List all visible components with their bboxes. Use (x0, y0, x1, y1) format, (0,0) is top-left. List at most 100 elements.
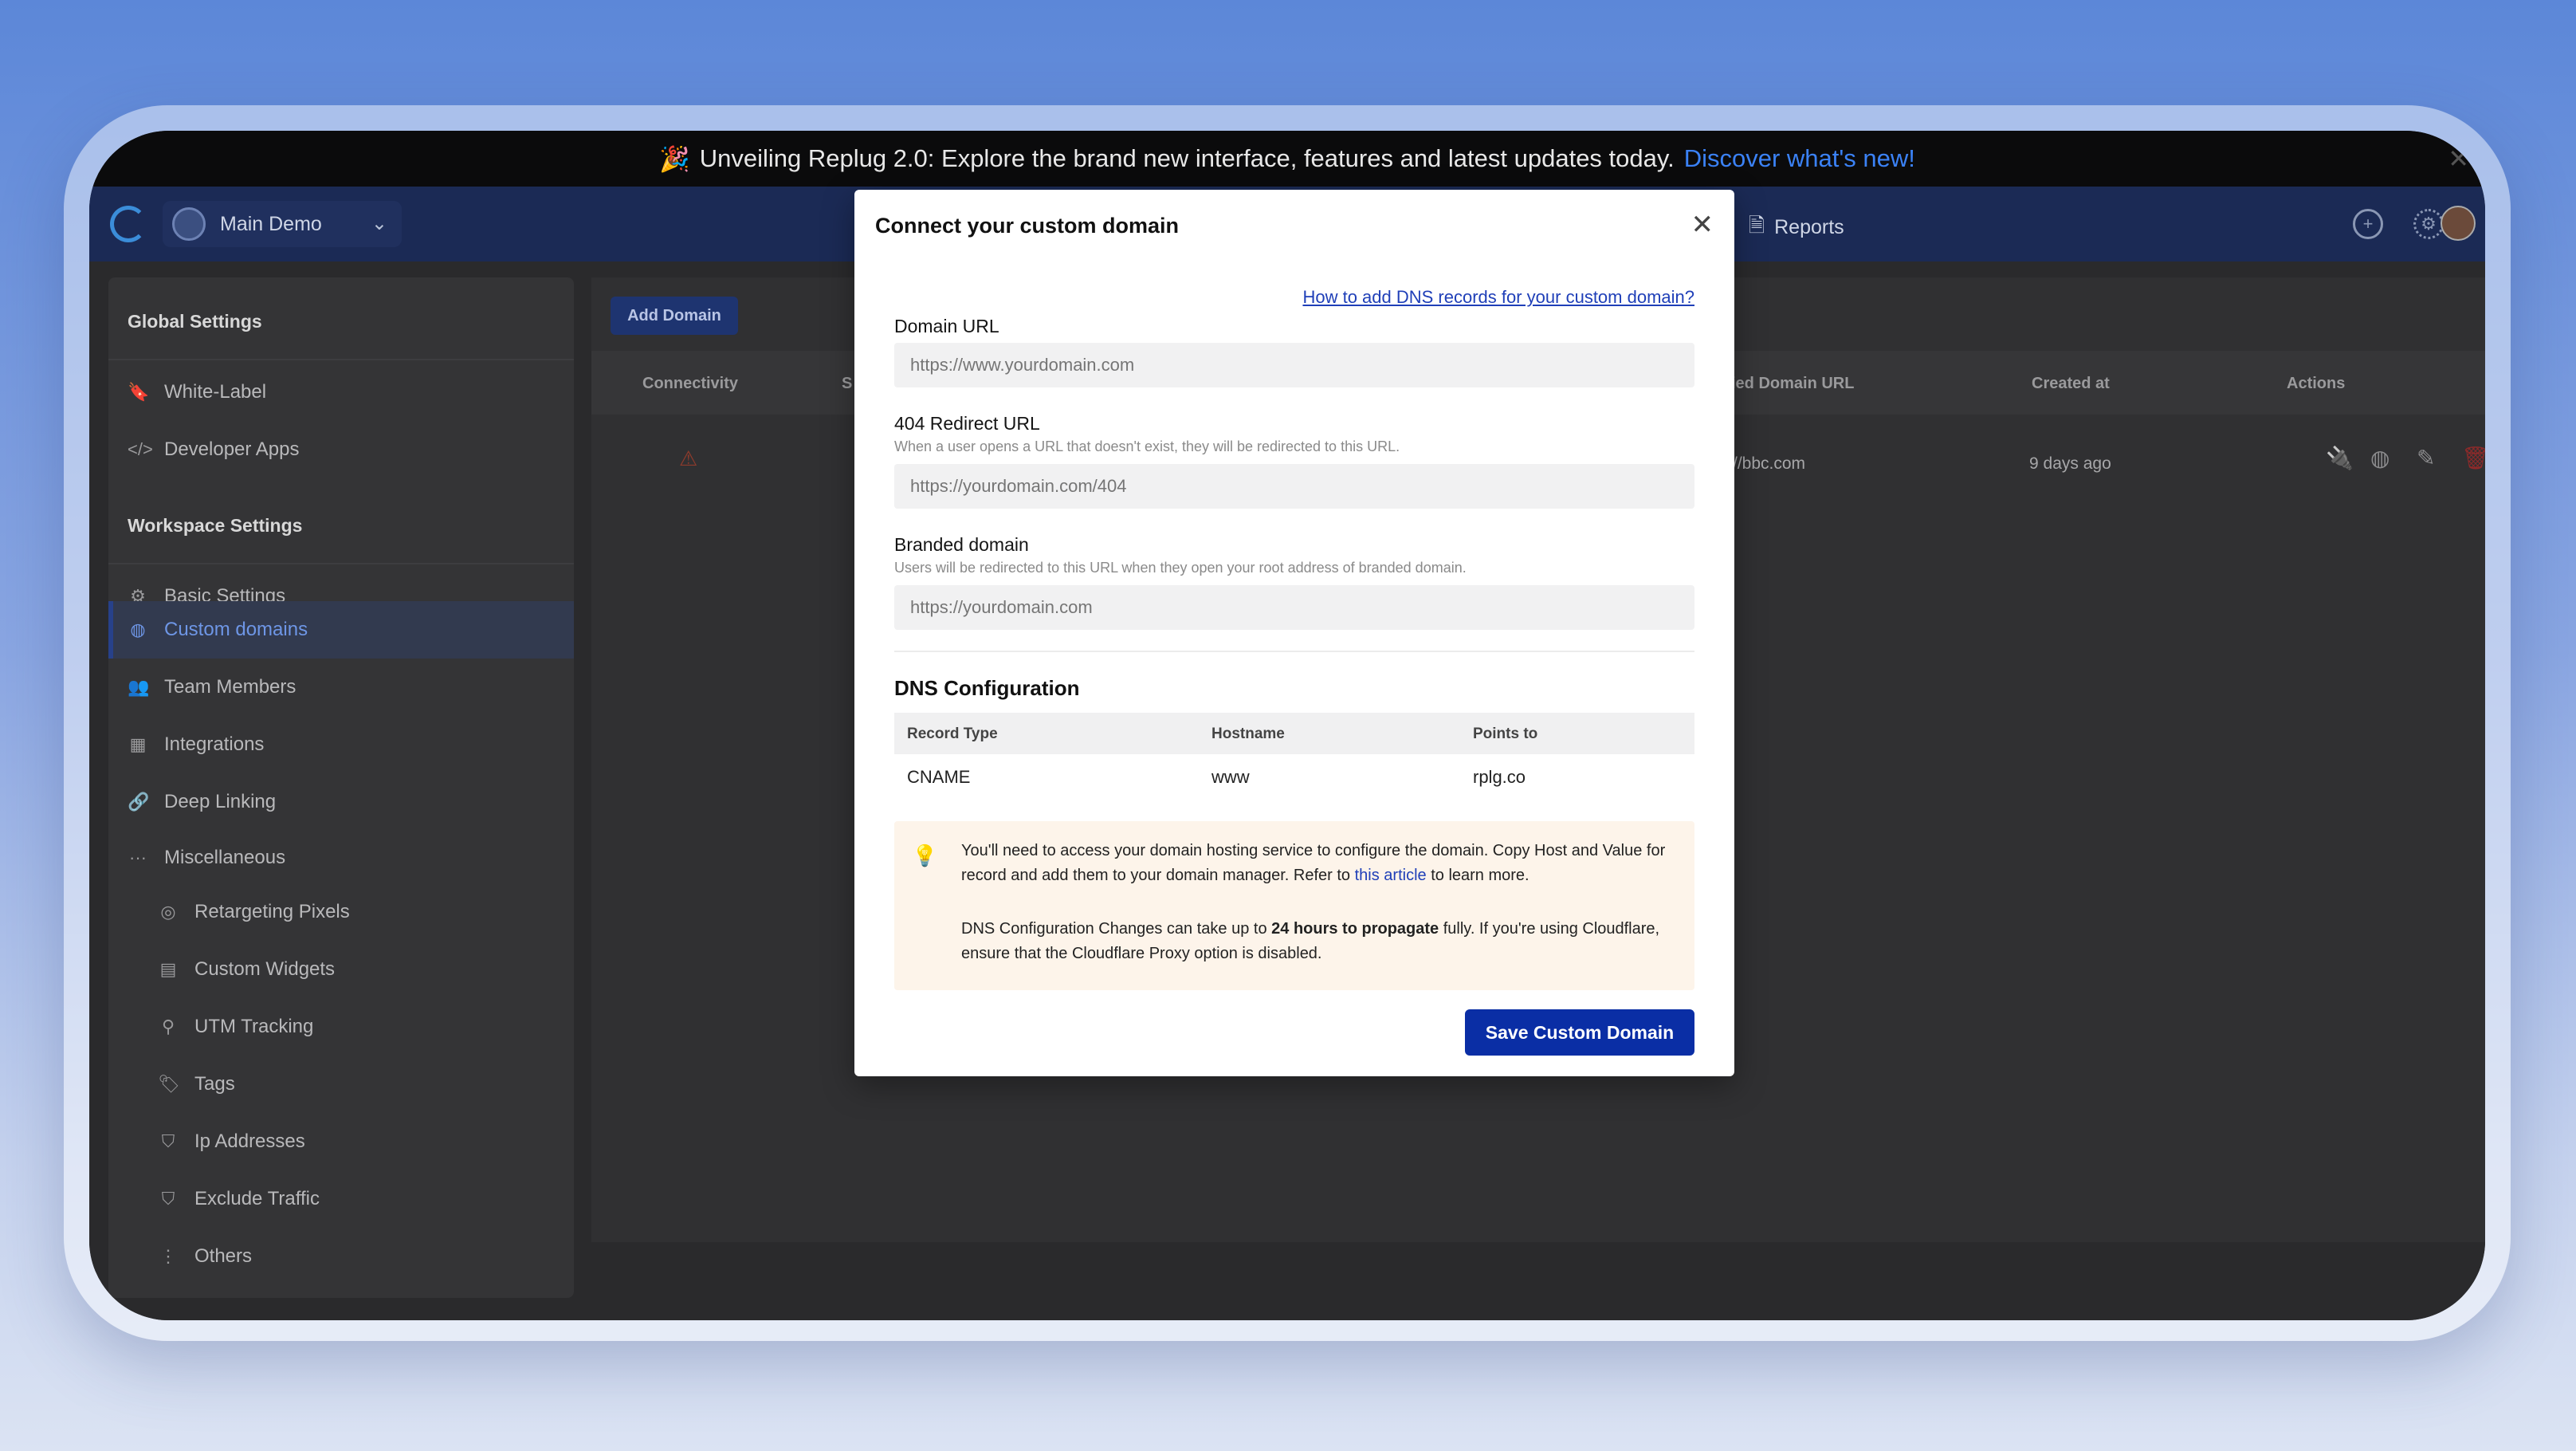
dns-table: Record Type Hostname Points to CNAME www… (894, 713, 1694, 799)
bookmark-icon: 🔖 (128, 382, 150, 402)
sidebar-item-label: Custom domains (164, 619, 308, 640)
globe-icon[interactable]: ◍ (2370, 445, 2389, 471)
blocks-icon: ▦ (129, 734, 147, 754)
workspace-avatar (172, 207, 206, 241)
nav-reports-label: Reports (1774, 216, 1844, 238)
info-text: to learn more. (1431, 867, 1530, 884)
dns-col-points-to: Points to (1473, 726, 1538, 742)
dns-record-type: CNAME (907, 767, 971, 787)
branded-domain-help: Users will be redirected to this URL whe… (894, 560, 1467, 576)
redirect-url-label: 404 Redirect URL (894, 413, 1040, 434)
shield-icon: ⛉ (161, 1189, 175, 1209)
announcement-bar: 🎉 Unveiling Replug 2.0: Explore the bran… (89, 131, 2485, 187)
redirect-url-help: When a user opens a URL that doesn't exi… (894, 438, 1400, 454)
redirect-url-input[interactable] (894, 464, 1694, 509)
close-icon[interactable]: ✕ (1691, 209, 1714, 241)
pin-icon: ⚲ (161, 1016, 175, 1036)
connect-domain-modal: Connect your custom domain ✕ How to add … (854, 190, 1734, 1076)
modal-title: Connect your custom domain (875, 214, 1180, 238)
sidebar-item-team-members[interactable]: 👥 Team Members (128, 663, 296, 711)
sidebar-item-developer-apps[interactable]: </> Developer Apps (128, 426, 299, 474)
domain-url-label: Domain URL (894, 316, 999, 336)
party-popper-icon: 🎉 (659, 144, 690, 173)
sidebar-item-tags[interactable]: 🏷 Tags (158, 1060, 235, 1108)
gear-icon[interactable]: ⚙ (2413, 209, 2444, 239)
column-partial: S (842, 375, 853, 392)
branded-domain-input[interactable] (894, 585, 1694, 630)
sidebar-item-label: Retargeting Pixels (194, 901, 350, 922)
sidebar-item-label: White-Label (164, 381, 267, 403)
global-settings-heading: Global Settings (128, 311, 262, 332)
code-icon: </> (128, 439, 153, 459)
save-custom-domain-button[interactable]: Save Custom Domain (1465, 1009, 1694, 1056)
dns-table-row: CNAME www rplg.co (894, 754, 1694, 799)
ellipsis-icon: ··· (129, 847, 147, 867)
tag-icon: 🏷 (158, 1074, 180, 1094)
dns-table-header: Record Type Hostname Points to (894, 713, 1694, 754)
sidebar-item-exclude-traffic[interactable]: ⛉ Exclude Traffic (158, 1175, 320, 1223)
plug-icon[interactable]: 🔌 (2326, 445, 2354, 471)
sidebar-item-label: UTM Tracking (194, 1016, 314, 1037)
close-icon[interactable]: ✕ (2448, 144, 2469, 174)
chevron-down-icon: ⌄ (371, 213, 387, 234)
sidebar-item-custom-widgets[interactable]: ▤ Custom Widgets (158, 946, 335, 993)
sidebar-item-utm-tracking[interactable]: ⚲ UTM Tracking (158, 1003, 313, 1051)
dns-col-hostname: Hostname (1211, 726, 1285, 742)
dns-col-record-type: Record Type (907, 726, 998, 742)
column-actions: Actions (2287, 375, 2346, 392)
sidebar-item-integrations[interactable]: ▦ Integrations (128, 721, 265, 769)
workspace-name: Main Demo (220, 212, 322, 235)
sidebar-item-custom-domains[interactable]: ◍ Custom domains (128, 606, 308, 654)
row-created-at: 9 days ago (2029, 454, 2111, 473)
sidebar-item-label: Others (194, 1245, 253, 1267)
sidebar-item-label: Team Members (164, 676, 296, 698)
pencil-icon[interactable]: ✎ (2417, 445, 2435, 471)
sidebar-item-others[interactable]: ⋮ Others (158, 1233, 252, 1280)
workspace-settings-heading: Workspace Settings (128, 515, 303, 536)
layout-icon: ▤ (159, 959, 177, 979)
settings-sidebar: Global Settings 🔖 White-Label </> Develo… (108, 277, 574, 1298)
sidebar-item-label: Exclude Traffic (194, 1188, 320, 1209)
announcement-text: Unveiling Replug 2.0: Explore the brand … (699, 144, 1675, 172)
info-paragraph-2: DNS Configuration Changes can take up to… (961, 917, 1671, 966)
target-icon: ◎ (160, 902, 176, 922)
sidebar-item-white-label[interactable]: 🔖 White-Label (128, 368, 266, 416)
info-paragraph-1: You'll need to access your domain hostin… (961, 839, 1671, 888)
announcement-link[interactable]: Discover what's new! (1684, 144, 1915, 173)
info-text: DNS Configuration Changes can take up to (961, 920, 1267, 938)
users-icon: 👥 (128, 677, 150, 697)
column-connectivity: Connectivity (642, 375, 739, 392)
divider (108, 563, 574, 564)
row-domain-url: //bbc.com (1733, 454, 1806, 473)
dns-config-title: DNS Configuration (894, 676, 1080, 700)
sidebar-item-label: Tags (194, 1073, 235, 1095)
sidebar-item-label: Miscellaneous (164, 847, 286, 868)
plus-circle-icon[interactable]: + (2353, 209, 2383, 239)
info-text: You'll need to access your domain hostin… (961, 842, 1666, 884)
dns-help-link[interactable]: How to add DNS records for your custom d… (1302, 287, 1694, 308)
sidebar-item-label: Developer Apps (164, 438, 300, 460)
sidebar-item-label: Custom Widgets (194, 958, 336, 980)
globe-icon: ◍ (130, 619, 146, 639)
divider (108, 359, 574, 360)
shield-icon: ⛉ (161, 1131, 175, 1151)
logo-icon[interactable] (110, 206, 147, 242)
trash-icon[interactable]: 🗑 (2461, 445, 2485, 471)
nav-reports[interactable]: 🗎 Reports (1749, 210, 1844, 245)
sidebar-item-label: Ip Addresses (194, 1131, 305, 1152)
dots-vertical-icon: ⋮ (159, 1246, 177, 1266)
warning-icon: ⚠ (679, 446, 698, 470)
column-domain-url: ied Domain URL (1731, 375, 1855, 392)
divider (894, 651, 1694, 652)
domain-url-input[interactable] (894, 343, 1694, 387)
branded-domain-label: Branded domain (894, 534, 1029, 555)
sidebar-item-deep-linking[interactable]: 🔗 Deep Linking (128, 778, 276, 826)
user-avatar[interactable] (2441, 206, 2476, 241)
info-bold-text: 24 hours to propagate (1271, 920, 1439, 938)
workspace-select[interactable]: Main Demo ⌄ (163, 201, 402, 247)
add-domain-button[interactable]: Add Domain (611, 297, 738, 335)
sidebar-item-ip-addresses[interactable]: ⛉ Ip Addresses (158, 1118, 305, 1166)
sidebar-item-retargeting-pixels[interactable]: ◎ Retargeting Pixels (158, 888, 350, 936)
article-link[interactable]: this article (1355, 867, 1427, 884)
sidebar-item-miscellaneous[interactable]: ··· Miscellaneous (128, 834, 285, 882)
